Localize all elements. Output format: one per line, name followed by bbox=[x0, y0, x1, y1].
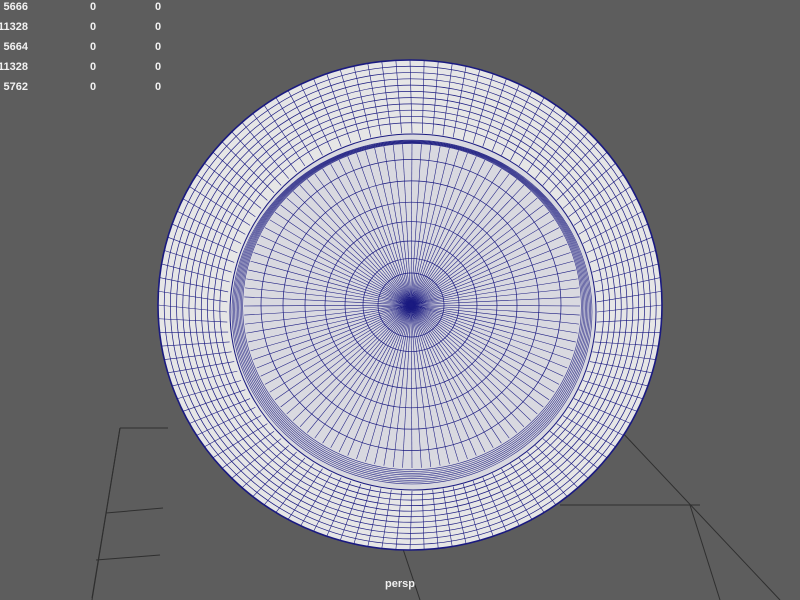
hud-value: 0 bbox=[90, 1, 97, 13]
hud-row-edges: 11328 0 0 bbox=[0, 20, 200, 40]
hud-value: 5762 bbox=[3, 81, 28, 93]
hud-value: 0 bbox=[155, 1, 162, 13]
grid-line bbox=[105, 507, 164, 514]
camera-name-label: persp bbox=[385, 578, 415, 590]
hud-value: 11328 bbox=[0, 61, 28, 73]
hud-value: 5664 bbox=[3, 41, 28, 53]
hud-value: 0 bbox=[90, 21, 97, 33]
hud-value: 0 bbox=[90, 41, 97, 53]
hud-row-faces: 5664 0 0 bbox=[0, 40, 200, 60]
plate-mesh-wireframe[interactable] bbox=[157, 59, 663, 551]
hud-row-uvs: 5762 0 0 bbox=[0, 80, 200, 100]
hud-value: 5666 bbox=[3, 1, 28, 13]
hud-value: 0 bbox=[155, 61, 162, 73]
heads-up-display-poly-count: 5666 0 0 11328 0 0 5664 0 0 11328 0 0 57… bbox=[0, 0, 200, 100]
hub-vertex bbox=[408, 302, 414, 308]
hud-value: 0 bbox=[90, 61, 97, 73]
hud-value: 0 bbox=[90, 81, 97, 93]
hud-value: 0 bbox=[155, 81, 162, 93]
grid-line bbox=[91, 427, 121, 599]
grid-line bbox=[619, 429, 781, 600]
hud-row-verts: 5666 0 0 bbox=[0, 0, 200, 20]
hud-value: 11328 bbox=[0, 21, 28, 33]
perspective-viewport[interactable]: 5666 0 0 11328 0 0 5664 0 0 11328 0 0 57… bbox=[0, 0, 800, 600]
hud-row-tris: 11328 0 0 bbox=[0, 60, 200, 80]
hud-value: 0 bbox=[155, 41, 162, 53]
grid-line bbox=[95, 554, 161, 561]
hud-value: 0 bbox=[155, 21, 162, 33]
